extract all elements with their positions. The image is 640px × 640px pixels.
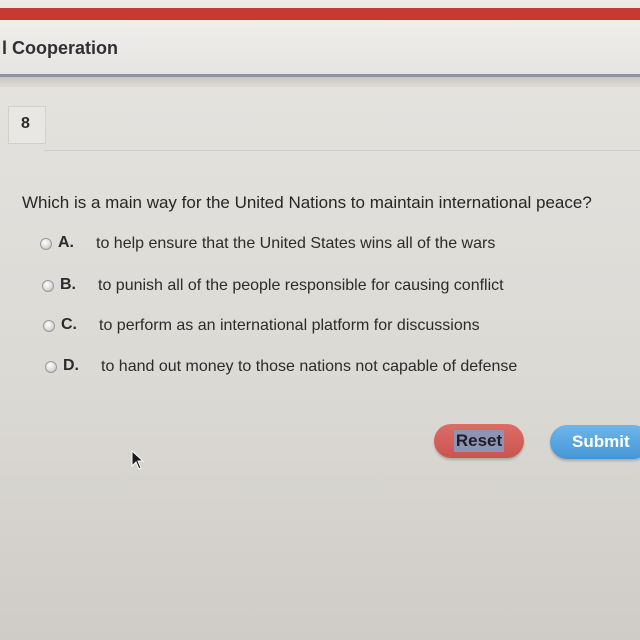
question-number: 8 <box>21 115 30 132</box>
lesson-header: l Cooperation <box>0 20 640 74</box>
answer-option-a[interactable]: A. to help ensure that the United States… <box>40 234 540 258</box>
answer-option-b[interactable]: B. to punish all of the people responsib… <box>42 276 550 300</box>
answer-option-d[interactable]: D. to hand out money to those nations no… <box>45 357 551 381</box>
brand-bar <box>0 8 640 20</box>
radio-button-c[interactable] <box>43 320 55 332</box>
reset-button-label: Reset <box>453 430 505 452</box>
option-text: to punish all of the people responsible … <box>98 277 504 294</box>
question-number-badge: 8 <box>8 106 46 144</box>
question-divider <box>44 150 640 151</box>
radio-button-a[interactable] <box>40 238 52 250</box>
radio-button-d[interactable] <box>45 361 57 373</box>
option-letter: D. <box>63 357 79 374</box>
radio-button-b[interactable] <box>42 280 54 292</box>
reset-button[interactable]: Reset <box>434 424 524 458</box>
mouse-cursor-icon <box>131 450 145 470</box>
lesson-title: l Cooperation <box>2 38 118 58</box>
option-text: to perform as an international platform … <box>99 317 480 334</box>
option-text: to hand out money to those nations not c… <box>101 358 518 375</box>
option-letter: C. <box>61 316 77 333</box>
option-letter: B. <box>60 276 76 293</box>
answer-option-c[interactable]: C. to perform as an international platfo… <box>43 316 515 340</box>
header-shadow <box>0 77 640 87</box>
question-text: Which is a main way for the United Natio… <box>22 193 592 212</box>
option-text: to help ensure that the United States wi… <box>96 235 496 252</box>
option-letter: A. <box>58 234 74 251</box>
submit-button[interactable]: Submit <box>550 425 640 459</box>
submit-button-label: Submit <box>572 432 630 451</box>
